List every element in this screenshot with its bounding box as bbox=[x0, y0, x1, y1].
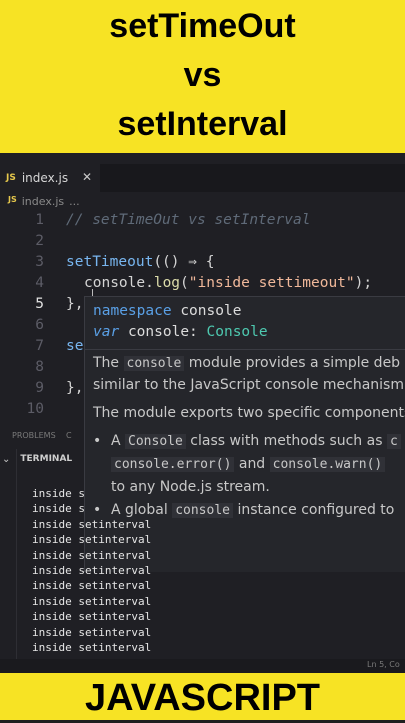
divider bbox=[85, 349, 405, 350]
hover-text-part: and bbox=[238, 456, 266, 472]
hover-text: The module exports two specific componen… bbox=[93, 405, 405, 421]
line-number-active: 5 bbox=[35, 296, 44, 312]
identifier: console bbox=[180, 303, 242, 319]
code-token: log bbox=[153, 275, 181, 291]
inline-code: console.warn() bbox=[269, 457, 386, 472]
title-line-1: setTimeOut bbox=[109, 7, 296, 45]
hover-text: similar to the JavaScript console mechan… bbox=[93, 377, 405, 393]
terminal-line: inside s bbox=[32, 487, 85, 500]
terminal-line: inside setinterval bbox=[32, 579, 152, 593]
line-number: 9 bbox=[35, 380, 44, 396]
terminal-line: inside setinterval bbox=[32, 625, 152, 639]
line-number: 6 bbox=[35, 317, 44, 333]
keyword: namespace bbox=[93, 303, 172, 319]
inline-code: console bbox=[123, 356, 185, 371]
code-line-3: setTimeout(() ⇒ { bbox=[66, 254, 214, 270]
hover-bullet-text: A Console class with methods such as c bbox=[111, 433, 401, 449]
js-file-icon: JS bbox=[8, 195, 17, 204]
tab-label: index.js bbox=[21, 171, 69, 185]
terminal-header[interactable]: ⌄ TERMINAL bbox=[0, 449, 84, 469]
breadcrumb: JS index.js ... bbox=[8, 195, 80, 208]
terminal-line: inside setinterval bbox=[32, 548, 152, 562]
hover-text-part: instance configured to bbox=[237, 502, 395, 518]
cursor-position[interactable]: Ln 5, Co bbox=[367, 660, 400, 669]
code-line-4: console.log("inside settimeout"); bbox=[84, 275, 372, 291]
code-line-5: }, bbox=[66, 296, 84, 312]
footer-banner: JAVASCRIPT bbox=[0, 673, 405, 720]
js-file-icon: JS bbox=[6, 173, 16, 183]
line-number: 2 bbox=[35, 233, 44, 249]
line-number: 4 bbox=[35, 275, 44, 291]
title-banner: setTimeOut vs setInterval bbox=[0, 0, 405, 153]
terminal-line: inside s bbox=[32, 502, 85, 516]
hover-text-part: A bbox=[111, 433, 121, 449]
breadcrumb-file[interactable]: index.js bbox=[22, 195, 64, 208]
type-name: Console bbox=[206, 324, 268, 340]
chevron-down-icon[interactable]: ⌄ bbox=[2, 454, 10, 465]
hover-signature-1: namespace console bbox=[93, 303, 241, 319]
inline-code: Console bbox=[125, 434, 186, 449]
status-bar: Ln 5, Co bbox=[0, 659, 405, 673]
code-comment: // setTimeOut vs setInterval bbox=[66, 212, 311, 228]
bullet-icon: • bbox=[93, 433, 102, 449]
code-token: ( bbox=[180, 275, 189, 291]
hover-bullet-text: A global console instance configured to bbox=[111, 502, 394, 518]
inline-code: console.error() bbox=[111, 457, 235, 472]
tab-bar: JS index.js ✕ bbox=[0, 164, 405, 192]
title-line-3: setInterval bbox=[117, 105, 288, 143]
identifier: console bbox=[127, 324, 190, 340]
code-string: "inside settimeout" bbox=[188, 275, 355, 291]
breadcrumb-more[interactable]: ... bbox=[69, 195, 80, 208]
line-number: 7 bbox=[35, 338, 44, 354]
terminal-line: inside setinterval bbox=[32, 517, 152, 531]
terminal-line: inside setinterval bbox=[32, 610, 152, 624]
terminal-line: inside setinterval bbox=[32, 594, 152, 608]
close-icon[interactable]: ✕ bbox=[82, 170, 92, 184]
hover-text-part: module provides a simple deb bbox=[188, 355, 401, 371]
code-token: ); bbox=[354, 275, 373, 291]
line-number: 8 bbox=[35, 359, 44, 375]
hover-text-part: class with methods such as bbox=[190, 433, 383, 449]
code-line-9: }, bbox=[66, 380, 84, 396]
colon: : bbox=[189, 324, 198, 340]
code-line-7: se bbox=[66, 338, 84, 354]
terminal-line: inside setinterval bbox=[32, 563, 152, 577]
terminal-title: TERMINAL bbox=[20, 454, 73, 464]
tab-other[interactable]: C bbox=[66, 431, 72, 440]
code-token: console bbox=[84, 275, 146, 291]
line-number: 3 bbox=[35, 254, 44, 270]
code-token: . bbox=[145, 275, 154, 291]
code-token: (() ⇒ { bbox=[153, 254, 215, 270]
terminal-line: inside setinterval bbox=[32, 533, 152, 547]
keyword: var bbox=[93, 324, 120, 340]
hover-bullet-text: console.error() and console.warn() bbox=[111, 456, 386, 472]
inline-code: c bbox=[386, 434, 401, 449]
inline-code: console bbox=[172, 503, 233, 518]
code-editor: JS index.js ✕ JS index.js ... 1 2 3 4 5 … bbox=[0, 153, 405, 673]
tab-problems[interactable]: PROBLEMS bbox=[12, 431, 56, 440]
line-number: 10 bbox=[26, 401, 44, 417]
title-line-2: vs bbox=[183, 56, 222, 94]
line-number: 1 bbox=[35, 212, 44, 228]
code-token: setTimeout bbox=[66, 254, 154, 270]
hover-text-part: The bbox=[93, 355, 120, 371]
hover-signature-2: var console: Console bbox=[93, 324, 268, 340]
terminal-gutter bbox=[0, 449, 17, 659]
hover-text: The console module provides a simple deb bbox=[93, 355, 400, 371]
terminal-line: inside setinterval bbox=[32, 640, 152, 654]
terminal-output[interactable]: inside s inside s inside setinterval ins… bbox=[32, 486, 151, 655]
tab-index-js[interactable]: JS index.js ✕ bbox=[0, 164, 100, 192]
panel-tabs: PROBLEMS C bbox=[0, 429, 84, 447]
